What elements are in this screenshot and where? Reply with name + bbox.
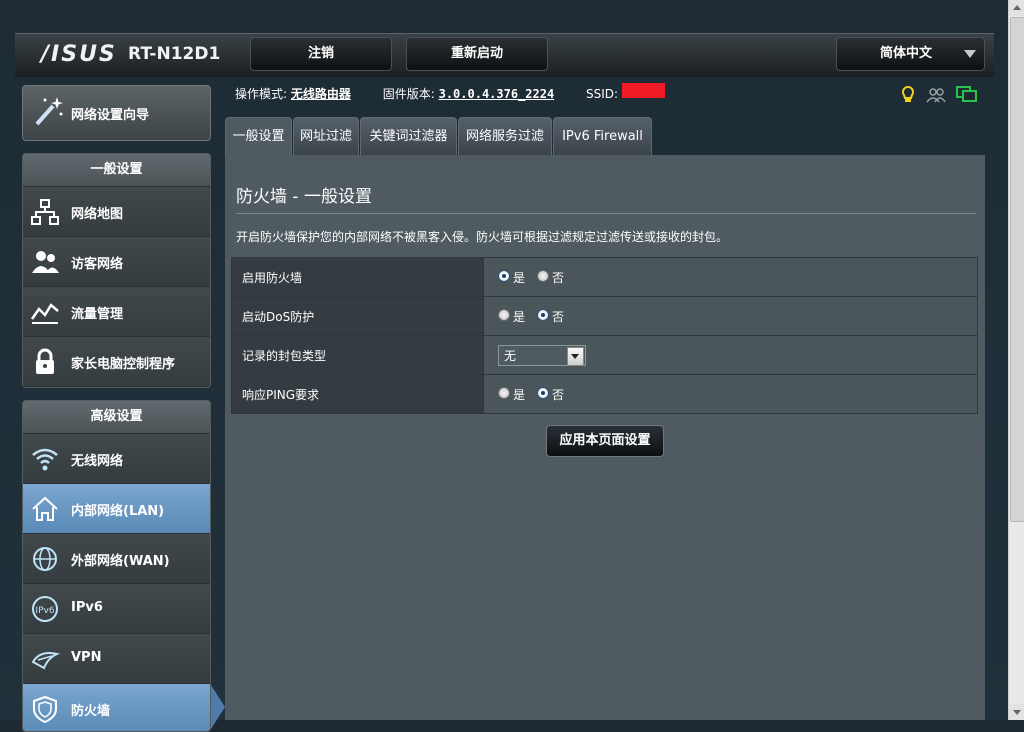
firewall-enable-yes[interactable]: 是 xyxy=(498,269,525,286)
asus-logo: /ISUS xyxy=(41,42,117,67)
sidebar-item-label: 内部网络(LAN) xyxy=(71,504,165,519)
vpn-icon xyxy=(31,652,60,670)
tab-network-service-filter[interactable]: 网络服务过滤 xyxy=(458,117,552,157)
lightbulb-icon[interactable] xyxy=(898,85,918,105)
active-item-pointer xyxy=(211,685,225,729)
sidebar-item-guest-network[interactable]: 访客网络 xyxy=(23,237,210,287)
guest-network-icon xyxy=(32,251,59,273)
scroll-down-arrow[interactable] xyxy=(1009,704,1024,720)
radio-yes[interactable] xyxy=(498,269,510,282)
sidebar-item-label: 流量管理 xyxy=(71,307,124,322)
ipv6-icon: IPv6 xyxy=(32,596,58,622)
scroll-up-arrow[interactable] xyxy=(1009,0,1024,16)
sidebar-item-label: 防火墙 xyxy=(71,704,111,719)
sidebar-item-label: 网络地图 xyxy=(71,207,124,222)
lock-icon xyxy=(36,348,54,374)
status-icons xyxy=(898,85,978,105)
advanced-settings-section: 高级设置 无线网络 内部网络(LAN) 外部网络(WAN) IPv6 IPv6 … xyxy=(22,400,211,732)
scroll-thumb[interactable] xyxy=(1010,17,1024,522)
tab-general[interactable]: 一般设置 xyxy=(225,117,292,157)
firewall-enable-no[interactable]: 否 xyxy=(537,269,564,286)
firewall-enable-label: 启用防火墙 xyxy=(231,257,484,297)
table-row: 记录的封包类型 无 xyxy=(231,335,978,375)
ping-response-radio-group: 是 否 xyxy=(498,386,977,403)
router-model: RT-N12D1 xyxy=(128,44,221,64)
table-row: 启动DoS防护 是 否 xyxy=(231,296,978,336)
ping-response-label: 响应PING要求 xyxy=(231,374,484,414)
ping-response-yes[interactable]: 是 xyxy=(498,386,525,403)
radio-no[interactable] xyxy=(537,269,550,282)
tab-keyword-filter[interactable]: 关键词过滤器 xyxy=(360,117,457,157)
users-icon[interactable] xyxy=(926,85,946,105)
sidebar-item-label: 无线网络 xyxy=(71,454,124,469)
sidebar-item-label: 家长电脑控制程序 xyxy=(71,357,176,372)
dos-protection-label: 启动DoS防护 xyxy=(231,296,484,336)
title-divider xyxy=(236,213,976,214)
traffic-icon xyxy=(30,303,59,324)
language-select[interactable]: 简体中文 xyxy=(836,37,985,71)
main-content: 防火墙 - 一般设置 开启防火墙保护您的内部网络不被黑客入侵。防火墙可根据过滤规… xyxy=(225,155,985,720)
advanced-settings-header: 高级设置 xyxy=(23,401,210,434)
sidebar-item-label: 访客网络 xyxy=(71,257,124,272)
reboot-button[interactable]: 重新启动 xyxy=(406,37,548,71)
logged-packet-type-select[interactable]: 无 xyxy=(498,344,586,366)
apply-button[interactable]: 应用本页面设置 xyxy=(546,425,664,457)
select-value: 无 xyxy=(504,348,517,363)
dos-protection-yes[interactable]: 是 xyxy=(498,308,525,325)
logout-button[interactable]: 注销 xyxy=(250,37,392,71)
home-icon xyxy=(32,496,58,521)
table-row: 响应PING要求 是 否 xyxy=(231,374,978,414)
sidebar-item-lan[interactable]: 内部网络(LAN) xyxy=(23,484,210,534)
sidebar-item-label: 外部网络(WAN) xyxy=(71,554,170,569)
sidebar-item-network-map[interactable]: 网络地图 xyxy=(23,187,210,237)
wand-icon xyxy=(35,97,63,126)
dos-protection-no[interactable]: 否 xyxy=(537,308,564,325)
radio-yes[interactable] xyxy=(498,386,510,399)
ssid-label: SSID: xyxy=(586,87,619,101)
tab-ipv6-firewall[interactable]: IPv6 Firewall xyxy=(553,117,652,157)
svg-text:IPv6: IPv6 xyxy=(35,606,54,616)
ping-response-no[interactable]: 否 xyxy=(537,386,564,403)
firmware-value-link[interactable]: 3.0.0.4.376_2224 xyxy=(439,87,555,101)
network-map-icon xyxy=(31,199,59,225)
setup-wizard-label: 网络设置向导 xyxy=(71,108,150,123)
chevron-down-icon xyxy=(964,50,976,58)
chevron-down-icon[interactable] xyxy=(567,346,584,366)
sidebar-item-vpn[interactable]: VPN xyxy=(23,634,210,684)
general-settings-section: 一般设置 网络地图 访客网络 流量管理 家长电脑控制程序 xyxy=(22,153,211,388)
page-title: 防火墙 - 一般设置 xyxy=(236,187,372,207)
dos-protection-radio-group: 是 否 xyxy=(498,308,977,325)
sidebar-item-wan[interactable]: 外部网络(WAN) xyxy=(23,534,210,584)
tab-url-filter[interactable]: 网址过滤 xyxy=(293,117,359,157)
settings-table: 启用防火墙 是 否 启动DoS防护 是 否 记录的封包类型 无 响应PING要求… xyxy=(231,257,978,414)
sidebar-item-wireless[interactable]: 无线网络 xyxy=(23,434,210,484)
status-line: 操作模式: 无线路由器 固件版本: 3.0.0.4.376_2224 SSID: xyxy=(235,85,618,102)
scrollbar[interactable] xyxy=(1008,0,1024,720)
ssid-redaction xyxy=(622,83,665,98)
table-row: 启用防火墙 是 否 xyxy=(231,257,978,297)
firewall-enable-radio-group: 是 否 xyxy=(498,269,977,286)
sidebar-item-ipv6[interactable]: IPv6 IPv6 xyxy=(23,584,210,634)
sidebar-item-parental-control[interactable]: 家长电脑控制程序 xyxy=(23,337,210,387)
radio-no[interactable] xyxy=(537,308,550,321)
sidebar-item-traffic-manager[interactable]: 流量管理 xyxy=(23,287,210,337)
setup-wizard-button[interactable]: 网络设置向导 xyxy=(22,85,211,141)
top-header: /ISUS RT-N12D1 注销 重新启动 简体中文 xyxy=(15,33,994,77)
page-description: 开启防火墙保护您的内部网络不被黑客入侵。防火墙可根据过滤规定过滤传送或接收的封包… xyxy=(236,230,729,244)
firmware-label: 固件版本: xyxy=(382,87,435,101)
radio-yes[interactable] xyxy=(498,308,510,321)
wifi-icon xyxy=(32,448,58,471)
language-value: 简体中文 xyxy=(880,46,933,61)
mode-value-link[interactable]: 无线路由器 xyxy=(291,87,351,101)
logged-packet-type-label: 记录的封包类型 xyxy=(231,335,484,375)
sidebar-item-label: IPv6 xyxy=(71,600,103,615)
monitor-icon[interactable] xyxy=(956,85,977,105)
globe-icon xyxy=(33,547,57,571)
sidebar-item-firewall[interactable]: 防火墙 xyxy=(23,684,210,731)
mode-label: 操作模式: xyxy=(235,87,288,101)
general-settings-header: 一般设置 xyxy=(23,154,210,187)
radio-no[interactable] xyxy=(537,386,550,399)
sidebar-item-label: VPN xyxy=(71,650,102,665)
